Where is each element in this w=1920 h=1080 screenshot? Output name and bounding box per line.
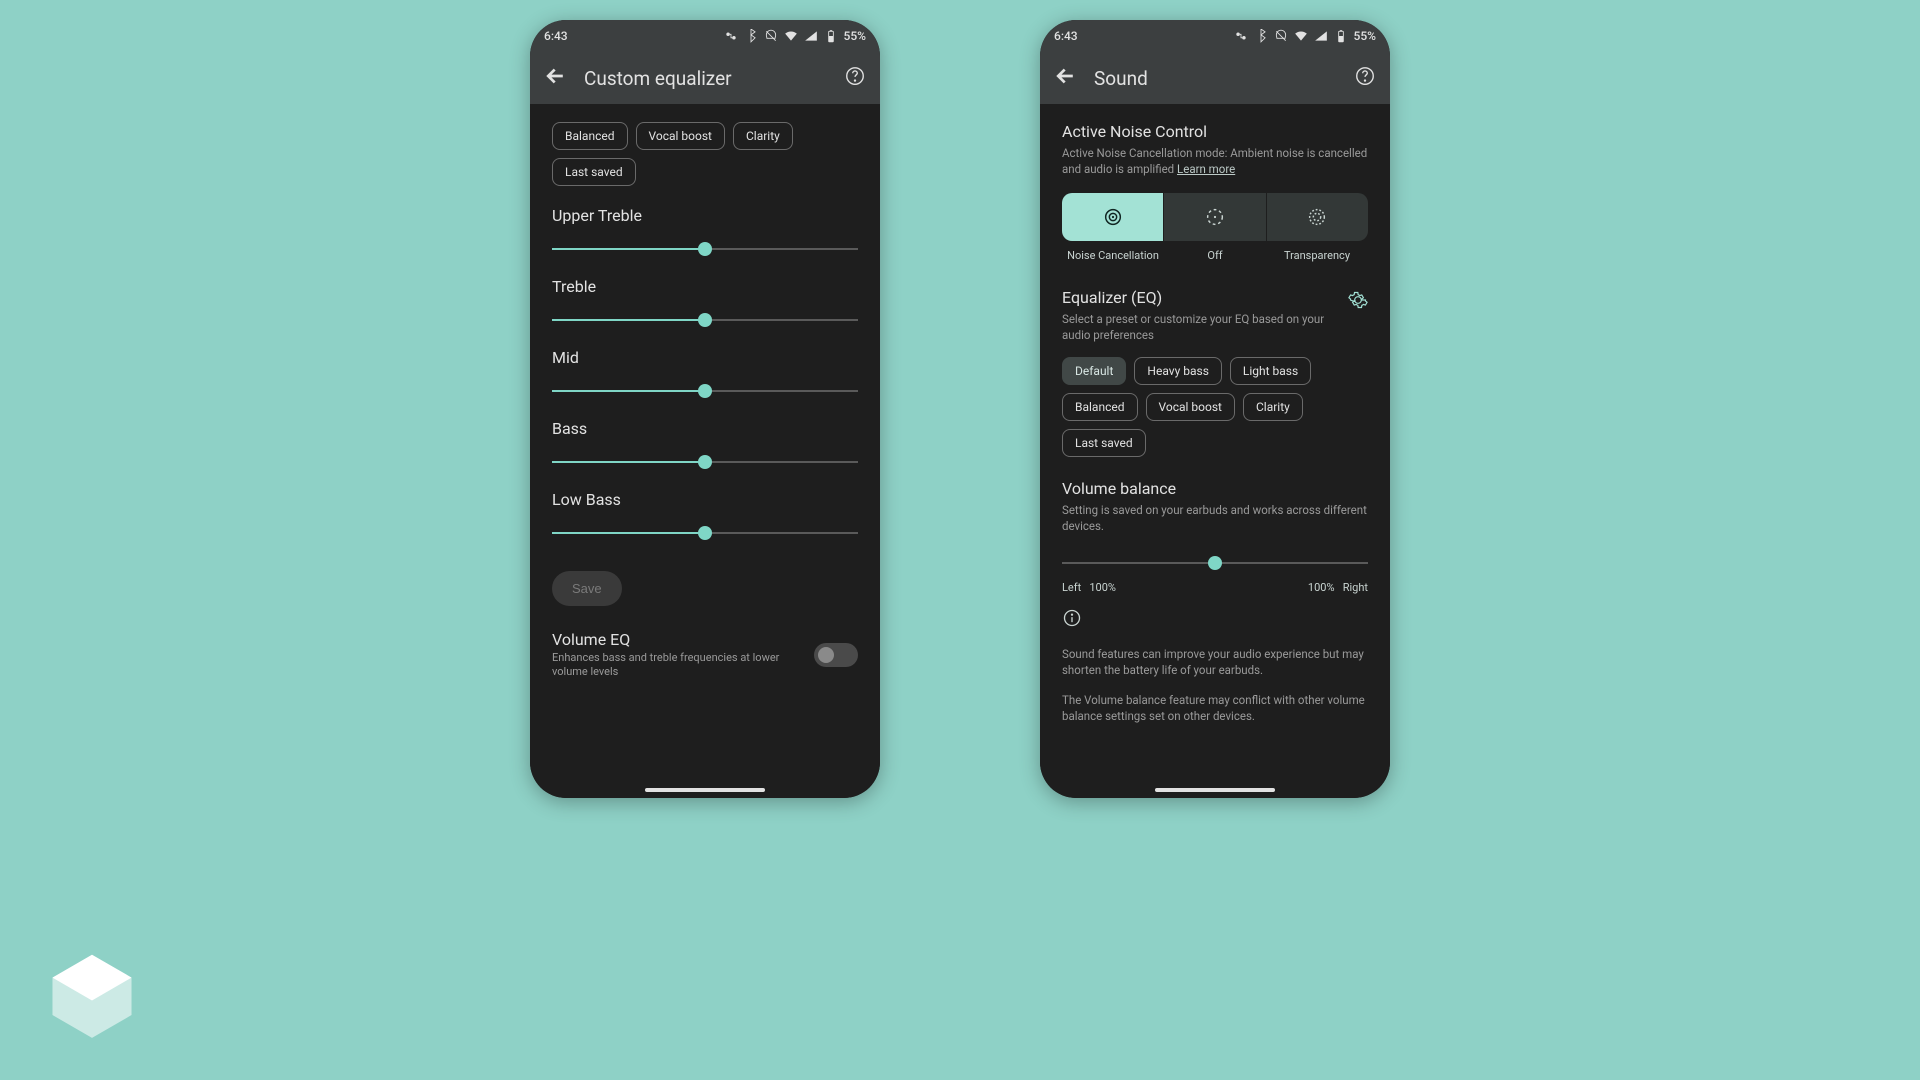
eq-chip-clarity[interactable]: Clarity	[733, 122, 793, 150]
volume-eq-title: Volume EQ	[552, 630, 804, 649]
anc-label-transparency: Transparency	[1266, 249, 1368, 262]
help-icon	[844, 65, 866, 87]
eq-title: Equalizer (EQ)	[1062, 288, 1348, 307]
battery-icon	[824, 29, 838, 43]
eq-band-mid: Mid	[552, 348, 858, 399]
bluetooth-icon	[1254, 29, 1268, 43]
anc-segmented-control	[1062, 193, 1368, 241]
noise-cancellation-icon	[1102, 206, 1124, 228]
sound-note-1: Sound features can improve your audio ex…	[1062, 646, 1368, 678]
dnd-icon	[764, 29, 778, 43]
eq-chip-balanced[interactable]: Balanced	[552, 122, 628, 150]
eq-band-bass: Bass	[552, 419, 858, 470]
anc-subtitle: Active Noise Cancellation mode: Ambient …	[1062, 145, 1368, 177]
eq-chip-clarity[interactable]: Clarity	[1243, 393, 1303, 421]
content-area: Balanced Vocal boost Clarity Last saved Upp…	[530, 104, 880, 798]
eq-band-label: Mid	[552, 348, 858, 367]
eq-chip-last-saved[interactable]: Last saved	[552, 158, 636, 186]
wifi-icon	[784, 29, 798, 43]
dnd-icon	[1274, 29, 1288, 43]
anc-label-nc: Noise Cancellation	[1062, 249, 1164, 262]
page-title: Sound	[1094, 67, 1336, 90]
vb-title: Volume balance	[1062, 479, 1368, 498]
status-time: 6:43	[544, 29, 568, 43]
status-battery: 55%	[1354, 29, 1376, 43]
eq-band-slider[interactable]	[552, 454, 858, 470]
signal-icon	[804, 29, 818, 43]
eq-settings-button[interactable]	[1348, 288, 1368, 314]
app-bar: Custom equalizer	[530, 52, 880, 104]
volume-eq-subtitle: Enhances bass and treble frequencies at …	[552, 651, 804, 680]
status-bar: 6:43 55%	[530, 20, 880, 52]
eq-band-slider[interactable]	[552, 383, 858, 399]
eq-chip-heavy-bass[interactable]: Heavy bass	[1134, 357, 1221, 385]
signal-icon	[1314, 29, 1328, 43]
vb-right-label: Right	[1343, 581, 1368, 594]
device-icon	[724, 29, 738, 43]
nav-handle[interactable]	[1155, 788, 1275, 792]
eq-chip-light-bass[interactable]: Light bass	[1230, 357, 1311, 385]
save-button[interactable]: Save	[552, 571, 622, 606]
help-button[interactable]	[844, 65, 866, 91]
status-bar: 6:43 55%	[1040, 20, 1390, 52]
anc-seg-off[interactable]	[1164, 193, 1266, 241]
eq-band-label: Treble	[552, 277, 858, 296]
eq-band-treble: Treble	[552, 277, 858, 328]
volume-eq-toggle[interactable]	[814, 643, 858, 667]
anc-off-icon	[1204, 206, 1226, 228]
phone-custom-equalizer: 6:43 55% Custom equalizer Balanced Vocal …	[530, 20, 880, 798]
eq-band-slider[interactable]	[552, 241, 858, 257]
vb-subtitle: Setting is saved on your earbuds and wor…	[1062, 502, 1368, 534]
content-area: Active Noise Control Active Noise Cancel…	[1040, 104, 1390, 798]
watermark-logo	[40, 936, 144, 1040]
page-title: Custom equalizer	[584, 67, 826, 90]
info-icon	[1062, 608, 1082, 628]
vb-left-pct: 100%	[1089, 581, 1116, 594]
eq-band-upper-treble: Upper Treble	[552, 206, 858, 257]
eq-band-label: Upper Treble	[552, 206, 858, 225]
volume-eq-row[interactable]: Volume EQ Enhances bass and treble frequ…	[552, 630, 858, 680]
phone-sound: 6:43 55% Sound Active Noise Control	[1040, 20, 1390, 798]
device-icon	[1234, 29, 1248, 43]
vb-info-button[interactable]	[1062, 608, 1368, 632]
help-button[interactable]	[1354, 65, 1376, 91]
back-button[interactable]	[1054, 65, 1076, 91]
battery-icon	[1334, 29, 1348, 43]
status-time: 6:43	[1054, 29, 1078, 43]
status-icons: 55%	[724, 29, 866, 43]
eq-subtitle: Select a preset or customize your EQ bas…	[1062, 311, 1348, 343]
eq-chip-vocal-boost[interactable]: Vocal boost	[1146, 393, 1235, 421]
help-icon	[1354, 65, 1376, 87]
status-icons: 55%	[1234, 29, 1376, 43]
anc-seg-transparency[interactable]	[1267, 193, 1368, 241]
back-button[interactable]	[544, 65, 566, 91]
vb-right-pct: 100%	[1308, 581, 1335, 594]
eq-band-slider[interactable]	[552, 525, 858, 541]
vb-left-label: Left	[1062, 581, 1081, 594]
eq-chip-vocal-boost[interactable]: Vocal boost	[636, 122, 725, 150]
anc-learn-more-link[interactable]: Learn more	[1177, 162, 1235, 176]
volume-balance-slider[interactable]	[1062, 555, 1368, 571]
nav-handle[interactable]	[645, 788, 765, 792]
eq-band-label: Low Bass	[552, 490, 858, 509]
eq-band-label: Bass	[552, 419, 858, 438]
eq-chip-last-saved[interactable]: Last saved	[1062, 429, 1146, 457]
anc-title: Active Noise Control	[1062, 122, 1368, 141]
wifi-icon	[1294, 29, 1308, 43]
arrow-left-icon	[1054, 65, 1076, 87]
sound-note-2: The Volume balance feature may conflict …	[1062, 692, 1368, 724]
arrow-left-icon	[544, 65, 566, 87]
eq-band-slider[interactable]	[552, 312, 858, 328]
transparency-icon	[1306, 206, 1328, 228]
app-bar: Sound	[1040, 52, 1390, 104]
eq-band-low-bass: Low Bass	[552, 490, 858, 541]
eq-chip-balanced[interactable]: Balanced	[1062, 393, 1138, 421]
status-battery: 55%	[844, 29, 866, 43]
gear-icon	[1348, 290, 1368, 310]
anc-seg-noise-cancellation[interactable]	[1062, 193, 1164, 241]
bluetooth-icon	[744, 29, 758, 43]
eq-chip-default[interactable]: Default	[1062, 357, 1126, 385]
anc-label-off: Off	[1164, 249, 1266, 262]
